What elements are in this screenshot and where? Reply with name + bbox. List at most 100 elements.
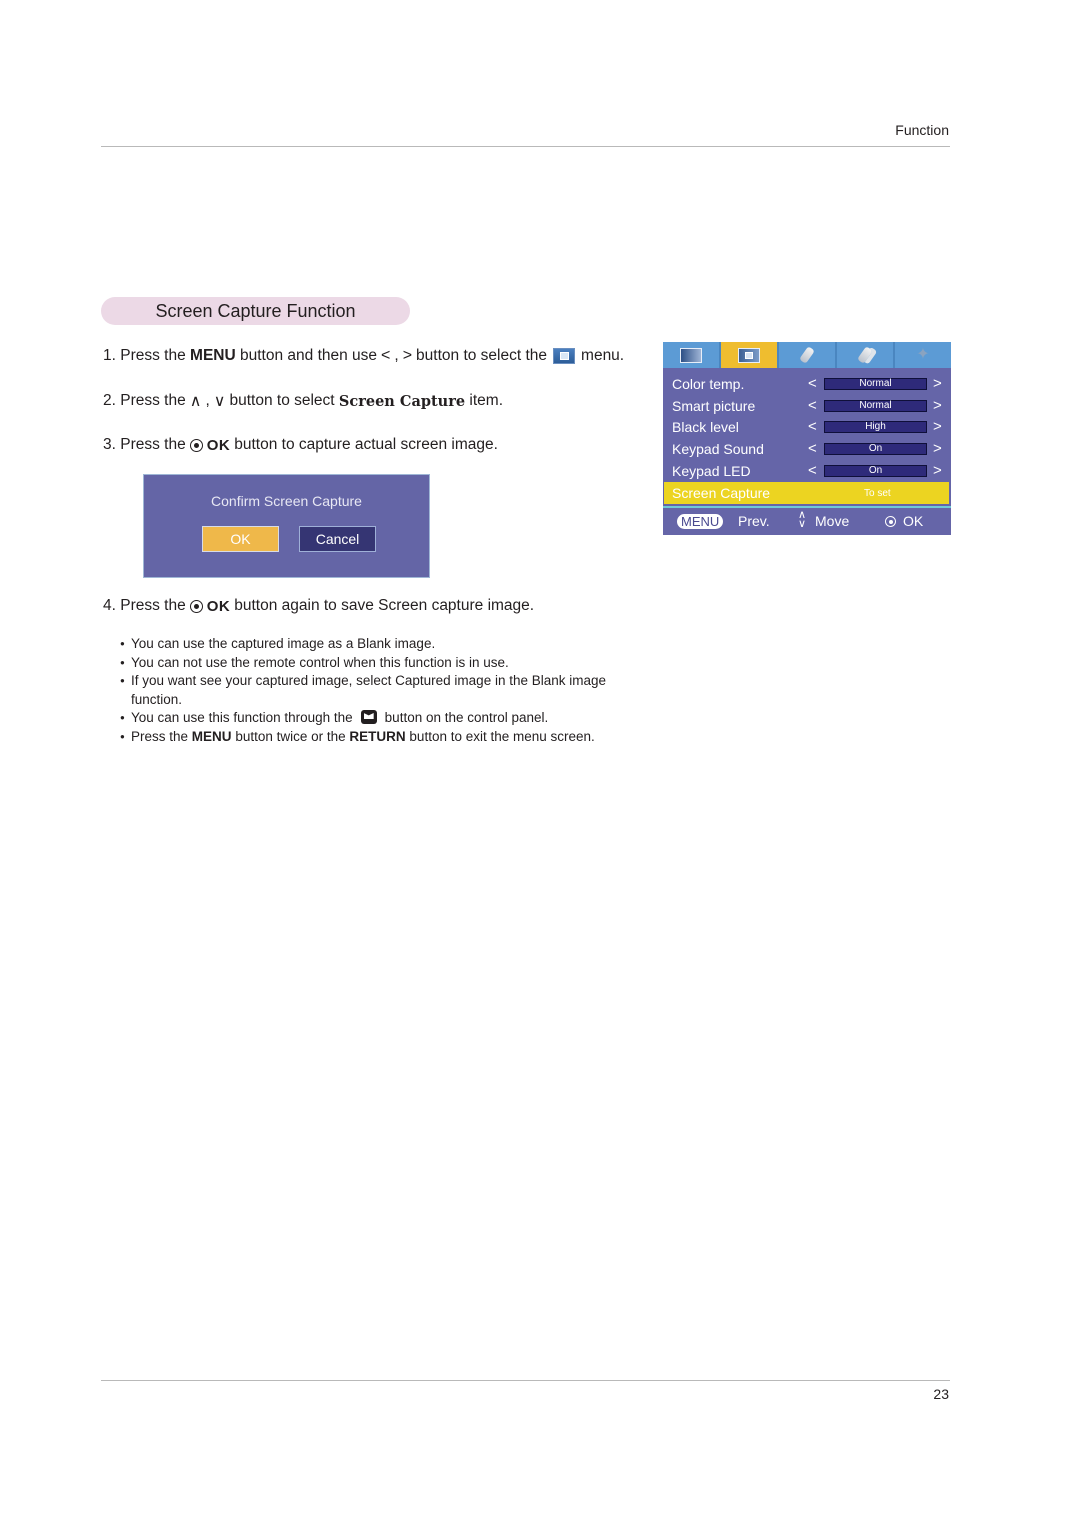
osd-row-keypad-led[interactable]: Keypad LED < On > bbox=[663, 460, 951, 481]
footer-ok-label: OK bbox=[903, 513, 924, 529]
osd-row-smart-picture[interactable]: Smart picture < Normal > bbox=[663, 395, 951, 416]
bullet-icon bbox=[120, 709, 131, 728]
note-item: Press the MENU button twice or the RETUR… bbox=[120, 728, 650, 747]
osd-row-value: High bbox=[824, 420, 927, 433]
osd-row-black-level[interactable]: Black level < High > bbox=[663, 416, 951, 437]
footer-move-label: Move bbox=[815, 513, 850, 529]
left-arrow-icon[interactable]: < bbox=[808, 397, 817, 414]
note-text: If you want see your captured image, sel… bbox=[131, 673, 607, 707]
step-2: 2. Press the ∧ , ∨ button to select Scre… bbox=[103, 391, 503, 411]
note-item: You can use this function through the but… bbox=[120, 709, 650, 728]
note-text-part: button on the control panel. bbox=[384, 710, 549, 725]
right-arrow-icon: > bbox=[402, 347, 413, 364]
step-text: button and then use bbox=[240, 347, 378, 364]
right-arrow-icon[interactable]: > bbox=[933, 397, 942, 414]
note-text-part: button to exit the menu screen. bbox=[409, 728, 595, 744]
note-text: You can use this function through the but… bbox=[131, 709, 548, 728]
step-text: Press the bbox=[120, 436, 186, 453]
screen-menu-icon bbox=[553, 348, 576, 364]
tab-star[interactable]: ✦ bbox=[895, 342, 951, 368]
osd-row-label: Smart picture bbox=[672, 397, 756, 414]
note-text: Press the MENU button twice or the RETUR… bbox=[131, 728, 595, 747]
footer-prev-label: Prev. bbox=[738, 513, 770, 529]
step-text: Press the bbox=[120, 347, 186, 364]
cancel-button[interactable]: Cancel bbox=[299, 526, 376, 552]
page-number: 23 bbox=[933, 1386, 949, 1402]
ok-circle-icon bbox=[189, 438, 203, 452]
left-arrow-icon[interactable]: < bbox=[808, 375, 817, 392]
up-down-arrow-icon: ∧ ∨ bbox=[798, 509, 807, 530]
screen-capture-button-icon bbox=[360, 710, 377, 724]
header-divider bbox=[101, 146, 950, 147]
left-arrow-icon: < bbox=[381, 347, 391, 364]
ok-circle-icon bbox=[885, 516, 896, 527]
step-3: 3. Press the OK button to capture actual… bbox=[103, 436, 498, 454]
step-number: 1. bbox=[103, 347, 116, 364]
osd-row-color-temp[interactable]: Color temp. < Normal > bbox=[663, 373, 951, 394]
ok-key-label: OK bbox=[206, 436, 231, 454]
note-item: You can use the captured image as a Blan… bbox=[120, 635, 650, 654]
tab-tag[interactable] bbox=[779, 342, 837, 368]
note-text: You can not use the remote control when … bbox=[131, 654, 509, 670]
separator: , bbox=[205, 392, 210, 409]
step-text: button again to save Screen capture imag… bbox=[234, 597, 535, 614]
osd-row-label: Keypad Sound bbox=[672, 440, 764, 457]
bullet-icon bbox=[120, 728, 131, 747]
step-number: 4. bbox=[103, 597, 116, 614]
section-title: Screen Capture Function bbox=[101, 297, 410, 325]
tags-icon bbox=[857, 346, 873, 364]
tab-picture[interactable] bbox=[663, 342, 721, 368]
osd-row-label: Screen Capture bbox=[672, 485, 771, 501]
bullet-icon bbox=[120, 635, 131, 654]
right-arrow-icon[interactable]: > bbox=[933, 375, 942, 392]
step-4: 4. Press the OK button again to save Scr… bbox=[103, 597, 534, 615]
left-arrow-icon[interactable]: < bbox=[808, 462, 817, 479]
right-arrow-icon[interactable]: > bbox=[933, 418, 942, 435]
bullet-icon bbox=[120, 672, 131, 709]
footer-divider bbox=[101, 1380, 950, 1381]
osd-row-screen-capture[interactable]: Screen Capture To set bbox=[664, 482, 949, 504]
step-text: item. bbox=[469, 392, 503, 409]
ok-key: OK bbox=[189, 436, 231, 454]
note-text-part: button twice or the bbox=[235, 728, 346, 744]
header-section-label: Function bbox=[895, 122, 949, 138]
screen-icon bbox=[738, 347, 760, 363]
osd-row-label: Keypad LED bbox=[672, 462, 751, 479]
step-text: Press the bbox=[120, 392, 186, 409]
step-number: 3. bbox=[103, 436, 116, 453]
tab-tags[interactable] bbox=[837, 342, 895, 368]
down-arrow-icon: ∨ bbox=[213, 393, 226, 410]
osd-row-keypad-sound[interactable]: Keypad Sound < On > bbox=[663, 438, 951, 459]
notes-list: You can use the captured image as a Blan… bbox=[120, 635, 650, 746]
step-1: 1. Press the MENU button and then use < … bbox=[103, 347, 624, 365]
osd-row-label: Color temp. bbox=[672, 375, 745, 392]
ok-key-label: OK bbox=[206, 597, 231, 615]
up-arrow-icon: ∧ bbox=[189, 393, 202, 410]
left-arrow-icon[interactable]: < bbox=[808, 418, 817, 435]
note-item: If you want see your captured image, sel… bbox=[120, 672, 650, 709]
osd-row-value: To set bbox=[864, 487, 891, 499]
confirm-dialog: Confirm Screen Capture OK Cancel bbox=[143, 474, 430, 578]
tab-screen[interactable] bbox=[721, 342, 779, 368]
tag-icon bbox=[799, 346, 815, 364]
ok-key: OK bbox=[189, 597, 231, 615]
ok-circle-icon bbox=[189, 599, 203, 613]
osd-row-value: Normal bbox=[824, 399, 927, 412]
right-arrow-icon[interactable]: > bbox=[933, 440, 942, 457]
step-text: menu. bbox=[581, 347, 625, 364]
step-text: button to select the bbox=[416, 347, 548, 364]
right-arrow-icon[interactable]: > bbox=[933, 462, 942, 479]
osd-row-value: On bbox=[824, 464, 927, 477]
step-text: Press the bbox=[120, 597, 186, 614]
note-item: You can not use the remote control when … bbox=[120, 654, 650, 673]
osd-row-value: On bbox=[824, 442, 927, 455]
menu-key-label: MENU bbox=[191, 728, 232, 744]
ok-button[interactable]: OK bbox=[202, 526, 279, 552]
menu-key-icon: MENU bbox=[677, 514, 724, 529]
osd-footer: MENU Prev. ∧ ∨ Move OK bbox=[663, 508, 951, 535]
step-number: 2. bbox=[103, 392, 116, 409]
left-arrow-icon[interactable]: < bbox=[808, 440, 817, 457]
note-text-part: You can use this function through the bbox=[131, 710, 353, 725]
menu-key-label: MENU bbox=[190, 347, 236, 364]
osd-row-label: Black level bbox=[672, 418, 739, 435]
